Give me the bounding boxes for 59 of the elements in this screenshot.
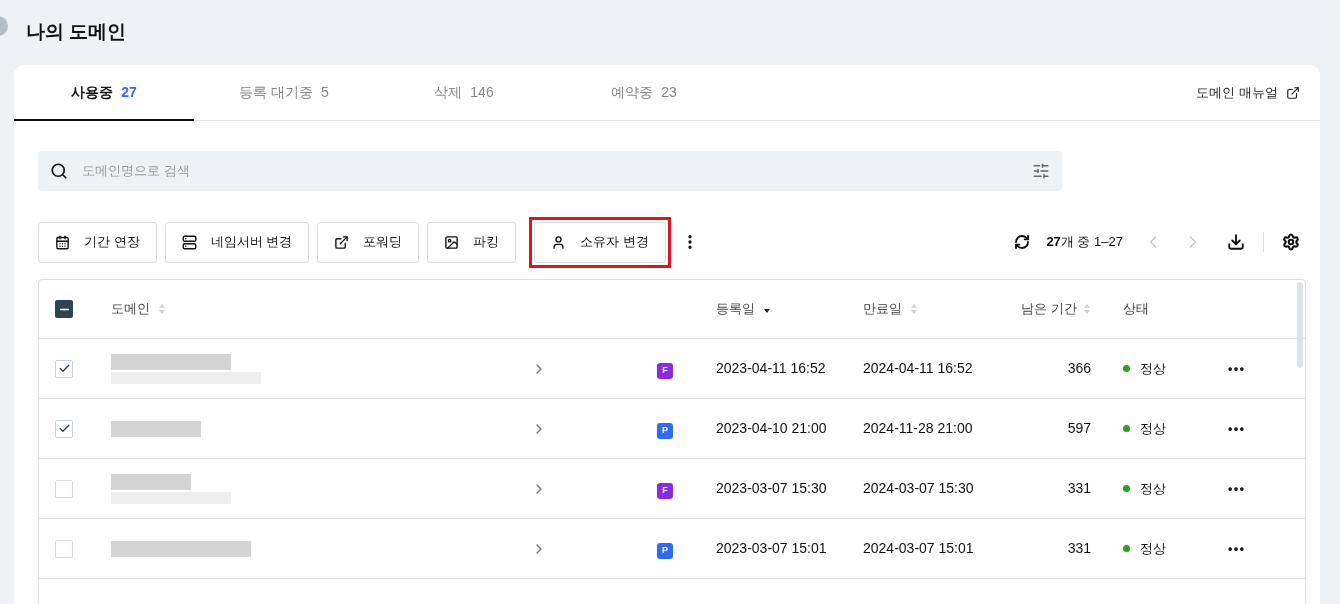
download-icon[interactable] bbox=[1227, 233, 1245, 251]
table-cell: 2023-03-07 15:01 bbox=[716, 540, 827, 556]
table-cell-text: 331 bbox=[1067, 479, 1091, 498]
column-header: 상태 bbox=[1123, 300, 1149, 319]
type-badge: P bbox=[657, 422, 673, 439]
type-badge: F bbox=[657, 482, 673, 499]
table-cell: 2024-03-07 15:01 bbox=[863, 540, 974, 556]
page-title: 나의 도메인 bbox=[26, 20, 127, 44]
tab[interactable]: 사용중 27 bbox=[14, 65, 194, 121]
table-cell: 2024-04-11 16:52 bbox=[863, 360, 973, 376]
settings-icon[interactable] bbox=[1282, 233, 1300, 251]
table-cell: 2023-04-11 16:52 bbox=[716, 360, 826, 376]
scrollbar-thumb[interactable] bbox=[1297, 282, 1303, 368]
status-text: 정상 bbox=[1140, 479, 1166, 498]
status-text: 정상 bbox=[1140, 419, 1166, 438]
tab[interactable]: 삭제 146 bbox=[374, 65, 554, 121]
column-header: 도메인 bbox=[111, 300, 150, 319]
pagination-summary: 27개 중 1–27 bbox=[1046, 233, 1123, 252]
checkbox[interactable] bbox=[55, 419, 73, 438]
checkbox[interactable] bbox=[55, 359, 73, 378]
action-button[interactable]: 포워딩 bbox=[317, 221, 420, 263]
check-icon bbox=[57, 422, 71, 435]
action-button[interactable]: 기간 연장 bbox=[38, 221, 157, 263]
window-arrow-icon bbox=[334, 234, 350, 250]
table-cell: 2024-11-28 21:00 bbox=[863, 420, 973, 436]
sort-descending-icon[interactable] bbox=[763, 308, 771, 314]
action-button[interactable]: 소유자 변경 bbox=[534, 221, 666, 263]
manual-link[interactable]: 도메인 매뉴얼 bbox=[1196, 65, 1320, 120]
column-header: 남은 기간 bbox=[1021, 300, 1077, 319]
table-cell-text: 597 bbox=[1067, 419, 1091, 438]
tab[interactable]: 등록 대기중 5 bbox=[194, 65, 374, 121]
search-icon bbox=[50, 162, 68, 180]
check-icon bbox=[57, 362, 71, 375]
action-button[interactable]: 파킹 bbox=[427, 221, 517, 263]
filter-icon bbox=[1032, 162, 1050, 180]
external-link-icon bbox=[1286, 85, 1300, 100]
checkbox[interactable] bbox=[55, 539, 73, 558]
server-icon bbox=[181, 234, 197, 250]
table-cell-text: 331 bbox=[1067, 539, 1091, 558]
image-icon bbox=[444, 234, 460, 250]
select-all-checkbox[interactable] bbox=[55, 300, 73, 318]
refresh-icon[interactable] bbox=[1014, 234, 1031, 250]
status-text: 정상 bbox=[1140, 539, 1166, 558]
calendar-icon bbox=[55, 234, 70, 250]
table-cell: 2023-03-07 15:30 bbox=[716, 480, 827, 496]
column-header: 만료일 bbox=[863, 300, 902, 319]
table-cell: 2023-04-10 21:00 bbox=[716, 420, 827, 436]
table-cell-text: 366 bbox=[1067, 359, 1091, 378]
table-cell: 2024-03-07 15:30 bbox=[863, 480, 974, 496]
type-badge: P bbox=[657, 542, 673, 559]
action-button[interactable]: 네임서버 변경 bbox=[164, 221, 310, 263]
status-text: 정상 bbox=[1140, 359, 1166, 378]
person-icon bbox=[551, 234, 567, 250]
search-field[interactable]: 도메인명으로 검색 bbox=[38, 151, 1062, 191]
type-badge: F bbox=[657, 362, 673, 379]
column-header: 등록일 bbox=[716, 300, 755, 319]
tab[interactable]: 예약중 23 bbox=[554, 65, 734, 121]
search-input[interactable]: 도메인명으로 검색 bbox=[82, 161, 1032, 181]
checkbox[interactable] bbox=[55, 479, 73, 498]
